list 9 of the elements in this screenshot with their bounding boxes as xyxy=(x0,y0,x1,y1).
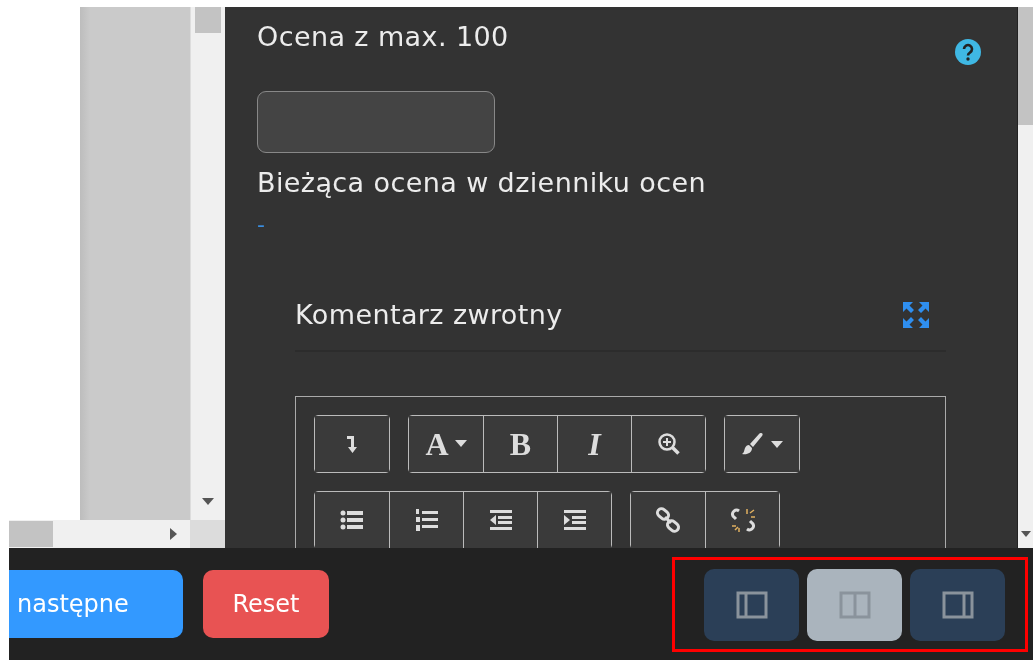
current-grade-label: Bieżąca ocena w dzienniku ocen xyxy=(257,167,706,198)
text-editor[interactable]: A B I xyxy=(295,396,946,548)
bold-button[interactable]: B xyxy=(483,416,557,472)
italic-button[interactable]: I xyxy=(557,416,631,472)
current-grade-value: - xyxy=(257,212,265,237)
font-button[interactable]: A xyxy=(409,416,483,472)
reset-button[interactable]: Reset xyxy=(203,570,329,638)
feedback-title: Komentarz zwrotny xyxy=(295,299,563,330)
grade-label: Ocena z max. 100 xyxy=(257,21,509,52)
